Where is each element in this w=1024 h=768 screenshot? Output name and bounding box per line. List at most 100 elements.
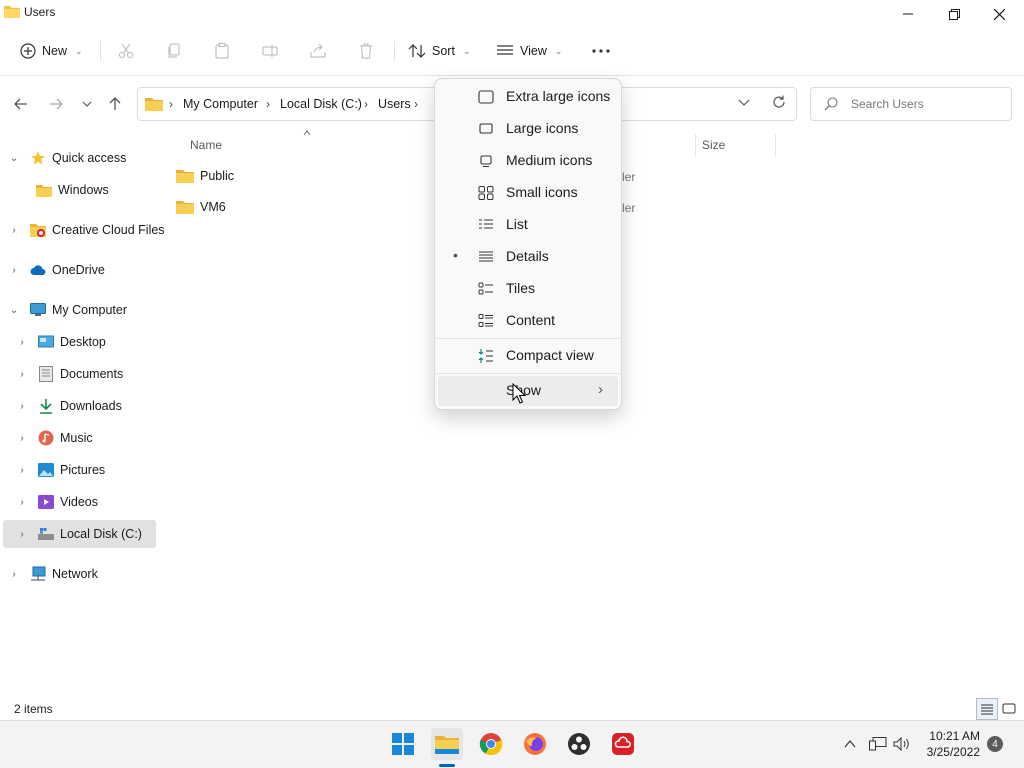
- sidebar-item-music[interactable]: › Music: [16, 424, 93, 452]
- menu-item-small-icons[interactable]: Small icons: [438, 178, 618, 208]
- minimize-icon: [903, 13, 913, 15]
- firefox-taskbar-button[interactable]: [519, 728, 551, 760]
- column-divider[interactable]: [695, 134, 696, 156]
- forward-button[interactable]: [44, 92, 68, 116]
- sidebar-item-videos[interactable]: › Videos: [16, 488, 98, 516]
- chevron-right-icon[interactable]: ›: [16, 529, 28, 540]
- network-icon: [31, 566, 46, 581]
- cut-button[interactable]: [118, 36, 134, 66]
- clock-time[interactable]: 10:21 AM: [929, 729, 980, 743]
- view-button[interactable]: View ⌄: [496, 36, 562, 66]
- file-row-vm6[interactable]: VM6: [176, 193, 226, 221]
- chevron-right-icon[interactable]: ›: [16, 497, 28, 508]
- address-history-button[interactable]: [738, 96, 750, 110]
- file-type: ler: [622, 170, 636, 184]
- breadcrumb-users[interactable]: Users: [378, 97, 411, 111]
- sidebar-item-documents[interactable]: › Documents: [16, 360, 123, 388]
- menu-item-large-icons[interactable]: Large icons: [438, 114, 618, 144]
- more-options-button[interactable]: [592, 36, 610, 66]
- star-icon: [31, 151, 45, 165]
- music-icon: [38, 430, 54, 446]
- sidebar-item-onedrive[interactable]: › OneDrive: [8, 256, 104, 284]
- new-label: New: [42, 44, 68, 58]
- recent-locations-button[interactable]: [75, 92, 99, 116]
- file-row-public[interactable]: Public: [176, 162, 234, 190]
- notification-count-badge[interactable]: 4: [987, 736, 1003, 752]
- sidebar-item-windows[interactable]: Windows: [36, 176, 109, 204]
- menu-item-details[interactable]: • Details: [438, 242, 618, 272]
- sidebar-item-network[interactable]: › Network: [8, 560, 98, 588]
- restore-button[interactable]: [931, 0, 977, 28]
- menu-item-medium-icons[interactable]: Medium icons: [438, 146, 618, 176]
- menu-item-tiles[interactable]: Tiles: [438, 274, 618, 304]
- arrow-up-icon: [109, 97, 121, 110]
- chevron-right-icon[interactable]: ›: [8, 569, 20, 580]
- column-header-name[interactable]: Name: [190, 138, 222, 152]
- sort-icon: [408, 44, 426, 58]
- chrome-taskbar-button[interactable]: [475, 728, 507, 760]
- menu-divider: [435, 338, 621, 339]
- sidebar-item-quick-access[interactable]: ⌄ Quick access: [8, 144, 126, 172]
- start-button[interactable]: [387, 728, 419, 760]
- file-explorer-taskbar-button[interactable]: [431, 728, 463, 760]
- paste-button[interactable]: [214, 36, 230, 66]
- new-button[interactable]: New ⌄: [20, 36, 83, 66]
- clock-date[interactable]: 3/25/2022: [927, 745, 980, 759]
- refresh-button[interactable]: [772, 95, 786, 112]
- chevron-right-icon[interactable]: ›: [8, 265, 20, 276]
- menu-item-compact-view[interactable]: Compact view: [438, 341, 618, 371]
- toolbar-divider: [394, 41, 395, 61]
- search-input[interactable]: Search Users: [851, 97, 924, 111]
- share-button[interactable]: [310, 36, 326, 66]
- menu-item-label: Details: [506, 248, 549, 264]
- creative-cloud-taskbar-button[interactable]: [607, 728, 639, 760]
- chevron-down-icon[interactable]: ⌄: [8, 153, 20, 164]
- delete-button[interactable]: [358, 36, 374, 66]
- large-icons-view-toggle[interactable]: [998, 698, 1020, 720]
- window-title: Users: [24, 5, 56, 19]
- menu-item-extra-large-icons[interactable]: Extra large icons: [438, 82, 618, 112]
- chevron-right-icon[interactable]: ›: [8, 225, 20, 236]
- breadcrumb-local-disk[interactable]: Local Disk (C:): [280, 97, 362, 111]
- obs-taskbar-button[interactable]: [563, 728, 595, 760]
- menu-item-content[interactable]: Content: [438, 306, 618, 336]
- file-name: Public: [200, 169, 235, 183]
- chevron-right-icon[interactable]: ›: [16, 369, 28, 380]
- sidebar-item-pictures[interactable]: › Pictures: [16, 456, 105, 484]
- chevron-right-icon[interactable]: ›: [16, 465, 28, 476]
- chevron-right-icon[interactable]: ›: [16, 433, 28, 444]
- up-button[interactable]: [103, 92, 127, 116]
- menu-item-list[interactable]: List: [438, 210, 618, 240]
- details-view-toggle[interactable]: [976, 698, 998, 720]
- minimize-button[interactable]: [885, 0, 931, 28]
- column-divider[interactable]: [775, 134, 776, 156]
- sidebar-item-local-disk[interactable]: › Local Disk (C:): [16, 520, 142, 548]
- sidebar-item-label: Creative Cloud Files: [52, 223, 165, 237]
- compact-view-icon: [478, 349, 493, 363]
- menu-item-label: Extra large icons: [506, 88, 611, 104]
- volume-button[interactable]: [891, 734, 913, 754]
- sidebar-item-downloads[interactable]: › Downloads: [16, 392, 122, 420]
- chevron-down-icon: [738, 99, 750, 106]
- chevron-down-icon: ⌄: [75, 45, 83, 56]
- sidebar-item-desktop[interactable]: › Desktop: [16, 328, 106, 356]
- creative-cloud-icon: [612, 733, 634, 755]
- rename-button[interactable]: [262, 36, 278, 66]
- menu-item-show[interactable]: Show ›: [438, 376, 618, 406]
- rename-icon: [262, 45, 278, 57]
- back-button[interactable]: [9, 92, 33, 116]
- breadcrumb-my-computer[interactable]: My Computer: [183, 97, 258, 111]
- breadcrumb-separator: ›: [266, 97, 270, 111]
- chevron-right-icon[interactable]: ›: [16, 401, 28, 412]
- copy-button[interactable]: [166, 36, 182, 66]
- chevron-right-icon[interactable]: ›: [16, 337, 28, 348]
- close-button[interactable]: [976, 0, 1022, 28]
- sidebar-item-creative-cloud-files[interactable]: › Creative Cloud Files: [8, 216, 165, 244]
- file-name: VM6: [200, 200, 226, 214]
- column-header-size[interactable]: Size: [702, 138, 725, 152]
- sidebar-item-my-computer[interactable]: ⌄ My Computer: [8, 296, 127, 324]
- sort-button[interactable]: Sort ⌄: [408, 36, 470, 66]
- network-status-button[interactable]: [867, 734, 889, 754]
- show-hidden-icons-button[interactable]: [839, 734, 861, 754]
- chevron-down-icon[interactable]: ⌄: [8, 305, 20, 316]
